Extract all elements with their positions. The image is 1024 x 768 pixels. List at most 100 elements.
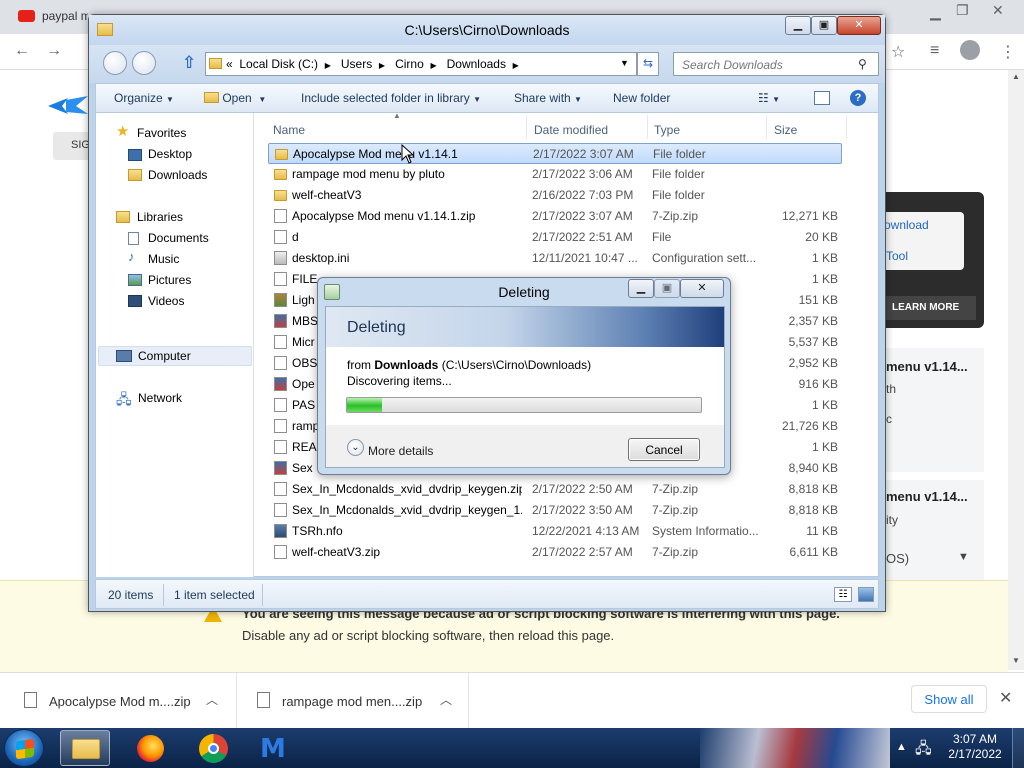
search-input[interactable]: Search Downloads ⚲: [673, 52, 879, 76]
taskbar-explorer[interactable]: [60, 730, 110, 766]
breadcrumb-arrow-icon[interactable]: ▶: [325, 61, 331, 70]
dialog-titlebar[interactable]: Deleting ▁ ▣ ✕: [318, 278, 730, 306]
file-row[interactable]: desktop.ini 12/11/2021 10:47 ... Configura…: [268, 248, 842, 269]
breadcrumb-segment[interactable]: Users: [341, 57, 372, 71]
nav-documents[interactable]: Documents: [148, 231, 209, 245]
large-icons-view-icon[interactable]: [858, 587, 874, 602]
learn-more-button[interactable]: LEARN MORE: [884, 296, 976, 320]
column-divider[interactable]: [766, 115, 767, 139]
minimize-button[interactable]: ▁: [628, 279, 654, 298]
page-scrollbar[interactable]: ▲ ▼: [1008, 70, 1024, 670]
os-select[interactable]: OS) ▼: [886, 551, 976, 566]
column-header-name[interactable]: Name: [273, 123, 305, 137]
download-item[interactable]: rampage mod men....zip ︿: [237, 673, 469, 729]
refresh-button[interactable]: ⇆: [637, 52, 659, 76]
explorer-titlebar[interactable]: C:\Users\Cirno\Downloads ▁ ▣ ✕: [89, 15, 885, 45]
network-icon: 🖧: [116, 391, 132, 407]
profile-icon[interactable]: [960, 40, 980, 60]
close-button[interactable]: ✕: [680, 279, 724, 298]
menu-icon[interactable]: ⋮: [1000, 42, 1016, 62]
breadcrumb-arrow-icon[interactable]: ▶: [379, 61, 385, 70]
sign-button[interactable]: SIG: [53, 132, 93, 160]
column-header-size[interactable]: Size: [774, 123, 797, 137]
side-card-title[interactable]: menu v1.14...: [886, 359, 968, 374]
back-icon[interactable]: ←: [14, 42, 30, 60]
file-row[interactable]: Sex_In_Mcdonalds_xvid_dvdrip_keygen.zip 2…: [268, 479, 842, 500]
up-arrow-icon[interactable]: ⇧: [182, 53, 196, 73]
nav-libraries[interactable]: Libraries: [137, 210, 183, 224]
include-in-library-button[interactable]: Include selected folder in library ▼: [301, 91, 481, 105]
details-view-icon[interactable]: ☷: [834, 587, 852, 602]
download-item[interactable]: Apocalypse Mod m....zip ︿: [0, 673, 237, 729]
browser-tab[interactable]: paypal m: [18, 6, 88, 34]
side-card-title[interactable]: menu v1.14...: [886, 489, 968, 504]
file-row[interactable]: Apocalypse Mod menu v1.14.1.zip 2/17/2022…: [268, 206, 842, 227]
system-clock[interactable]: 3:07 AM 2/17/2022: [942, 732, 1008, 762]
tray-expand-icon[interactable]: ▲: [896, 741, 907, 753]
nav-music[interactable]: Music: [148, 252, 179, 266]
new-folder-button[interactable]: New folder: [613, 91, 670, 105]
minimize-button[interactable]: ▁: [785, 16, 811, 35]
nav-desktop[interactable]: Desktop: [148, 147, 192, 161]
chevron-up-icon[interactable]: ︿: [440, 691, 452, 708]
network-tray-icon[interactable]: 🖧: [915, 738, 932, 763]
nav-pictures[interactable]: Pictures: [148, 273, 191, 287]
nav-computer[interactable]: Computer: [138, 349, 191, 363]
file-row[interactable]: Sex_In_Mcdonalds_xvid_dvdrip_keygen_1...…: [268, 500, 842, 521]
breadcrumb-arrow-icon[interactable]: ▶: [430, 61, 436, 70]
file-row[interactable]: TSRh.nfo 12/22/2021 4:13 AM System Informa…: [268, 521, 842, 542]
preview-pane-icon[interactable]: [814, 91, 830, 105]
show-desktop-button[interactable]: [1012, 728, 1024, 768]
file-row[interactable]: Apocalypse Mod menu v1.14.1 2/17/2022 3:0…: [268, 143, 842, 164]
star-icon[interactable]: ☆: [891, 42, 905, 62]
share-with-button[interactable]: Share with ▼: [514, 91, 582, 105]
nav-downloads[interactable]: Downloads: [148, 168, 207, 182]
scroll-up-icon[interactable]: ▲: [1012, 72, 1020, 81]
file-row[interactable]: welf-cheatV3 2/16/2022 7:03 PM File folder: [268, 185, 842, 206]
dropdown-arrow-icon[interactable]: ▼: [620, 58, 629, 68]
address-bar[interactable]: « Local Disk (C:) ▶ Users ▶ Cirno ▶ Down…: [205, 52, 637, 76]
back-button[interactable]: [103, 51, 127, 75]
nav-network[interactable]: Network: [138, 391, 182, 405]
breadcrumb-arrow-icon[interactable]: ▶: [513, 61, 519, 70]
breadcrumb-segment[interactable]: Downloads: [447, 57, 506, 71]
nav-videos[interactable]: Videos: [148, 294, 184, 308]
reading-list-icon[interactable]: ≡: [930, 42, 939, 60]
forward-icon[interactable]: →: [46, 42, 62, 60]
close-icon[interactable]: ✕: [992, 2, 1004, 19]
show-all-button[interactable]: Show all: [911, 685, 987, 713]
ad-tool-link[interactable]: Tool: [886, 249, 908, 263]
column-divider[interactable]: [526, 115, 527, 139]
column-divider[interactable]: [846, 115, 847, 139]
cancel-button[interactable]: Cancel: [628, 438, 700, 461]
file-row[interactable]: d 2/17/2022 2:51 AM File 20 KB: [268, 227, 842, 248]
taskbar-malwarebytes[interactable]: M: [250, 730, 300, 766]
documents-icon: [128, 232, 139, 245]
close-button[interactable]: ✕: [837, 16, 881, 35]
column-header-type[interactable]: Type: [654, 123, 680, 137]
close-shelf-icon[interactable]: ✕: [999, 688, 1012, 708]
open-button[interactable]: Open ▼: [204, 91, 266, 105]
maximize-button[interactable]: ▣: [811, 16, 837, 35]
minimize-icon[interactable]: ▁: [930, 4, 941, 21]
chevron-down-icon[interactable]: ⌄: [347, 439, 364, 456]
forward-button[interactable]: [132, 51, 156, 75]
scroll-down-icon[interactable]: ▼: [1012, 656, 1020, 665]
chevron-up-icon[interactable]: ︿: [206, 691, 218, 708]
taskbar-chrome[interactable]: [188, 730, 238, 766]
view-options-button[interactable]: ☷ ▼: [758, 91, 780, 105]
help-icon[interactable]: ?: [850, 90, 866, 106]
start-button[interactable]: [4, 729, 44, 767]
column-divider[interactable]: [647, 115, 648, 139]
ad-download-link[interactable]: ownload: [884, 218, 929, 232]
restore-icon[interactable]: ❐: [956, 2, 969, 19]
more-details-toggle[interactable]: More details: [368, 444, 433, 458]
breadcrumb-segment[interactable]: Local Disk (C:): [239, 57, 318, 71]
organize-button[interactable]: Organize ▼: [114, 91, 174, 105]
taskbar-firefox[interactable]: [126, 730, 176, 766]
file-row[interactable]: rampage mod menu by pluto 2/17/2022 3:06 …: [268, 164, 842, 185]
nav-favorites[interactable]: Favorites: [137, 126, 186, 140]
column-header-date[interactable]: Date modified: [534, 123, 608, 137]
file-row[interactable]: welf-cheatV3.zip 2/17/2022 2:57 AM 7-Zip.z…: [268, 542, 842, 563]
breadcrumb-segment[interactable]: Cirno: [395, 57, 424, 71]
